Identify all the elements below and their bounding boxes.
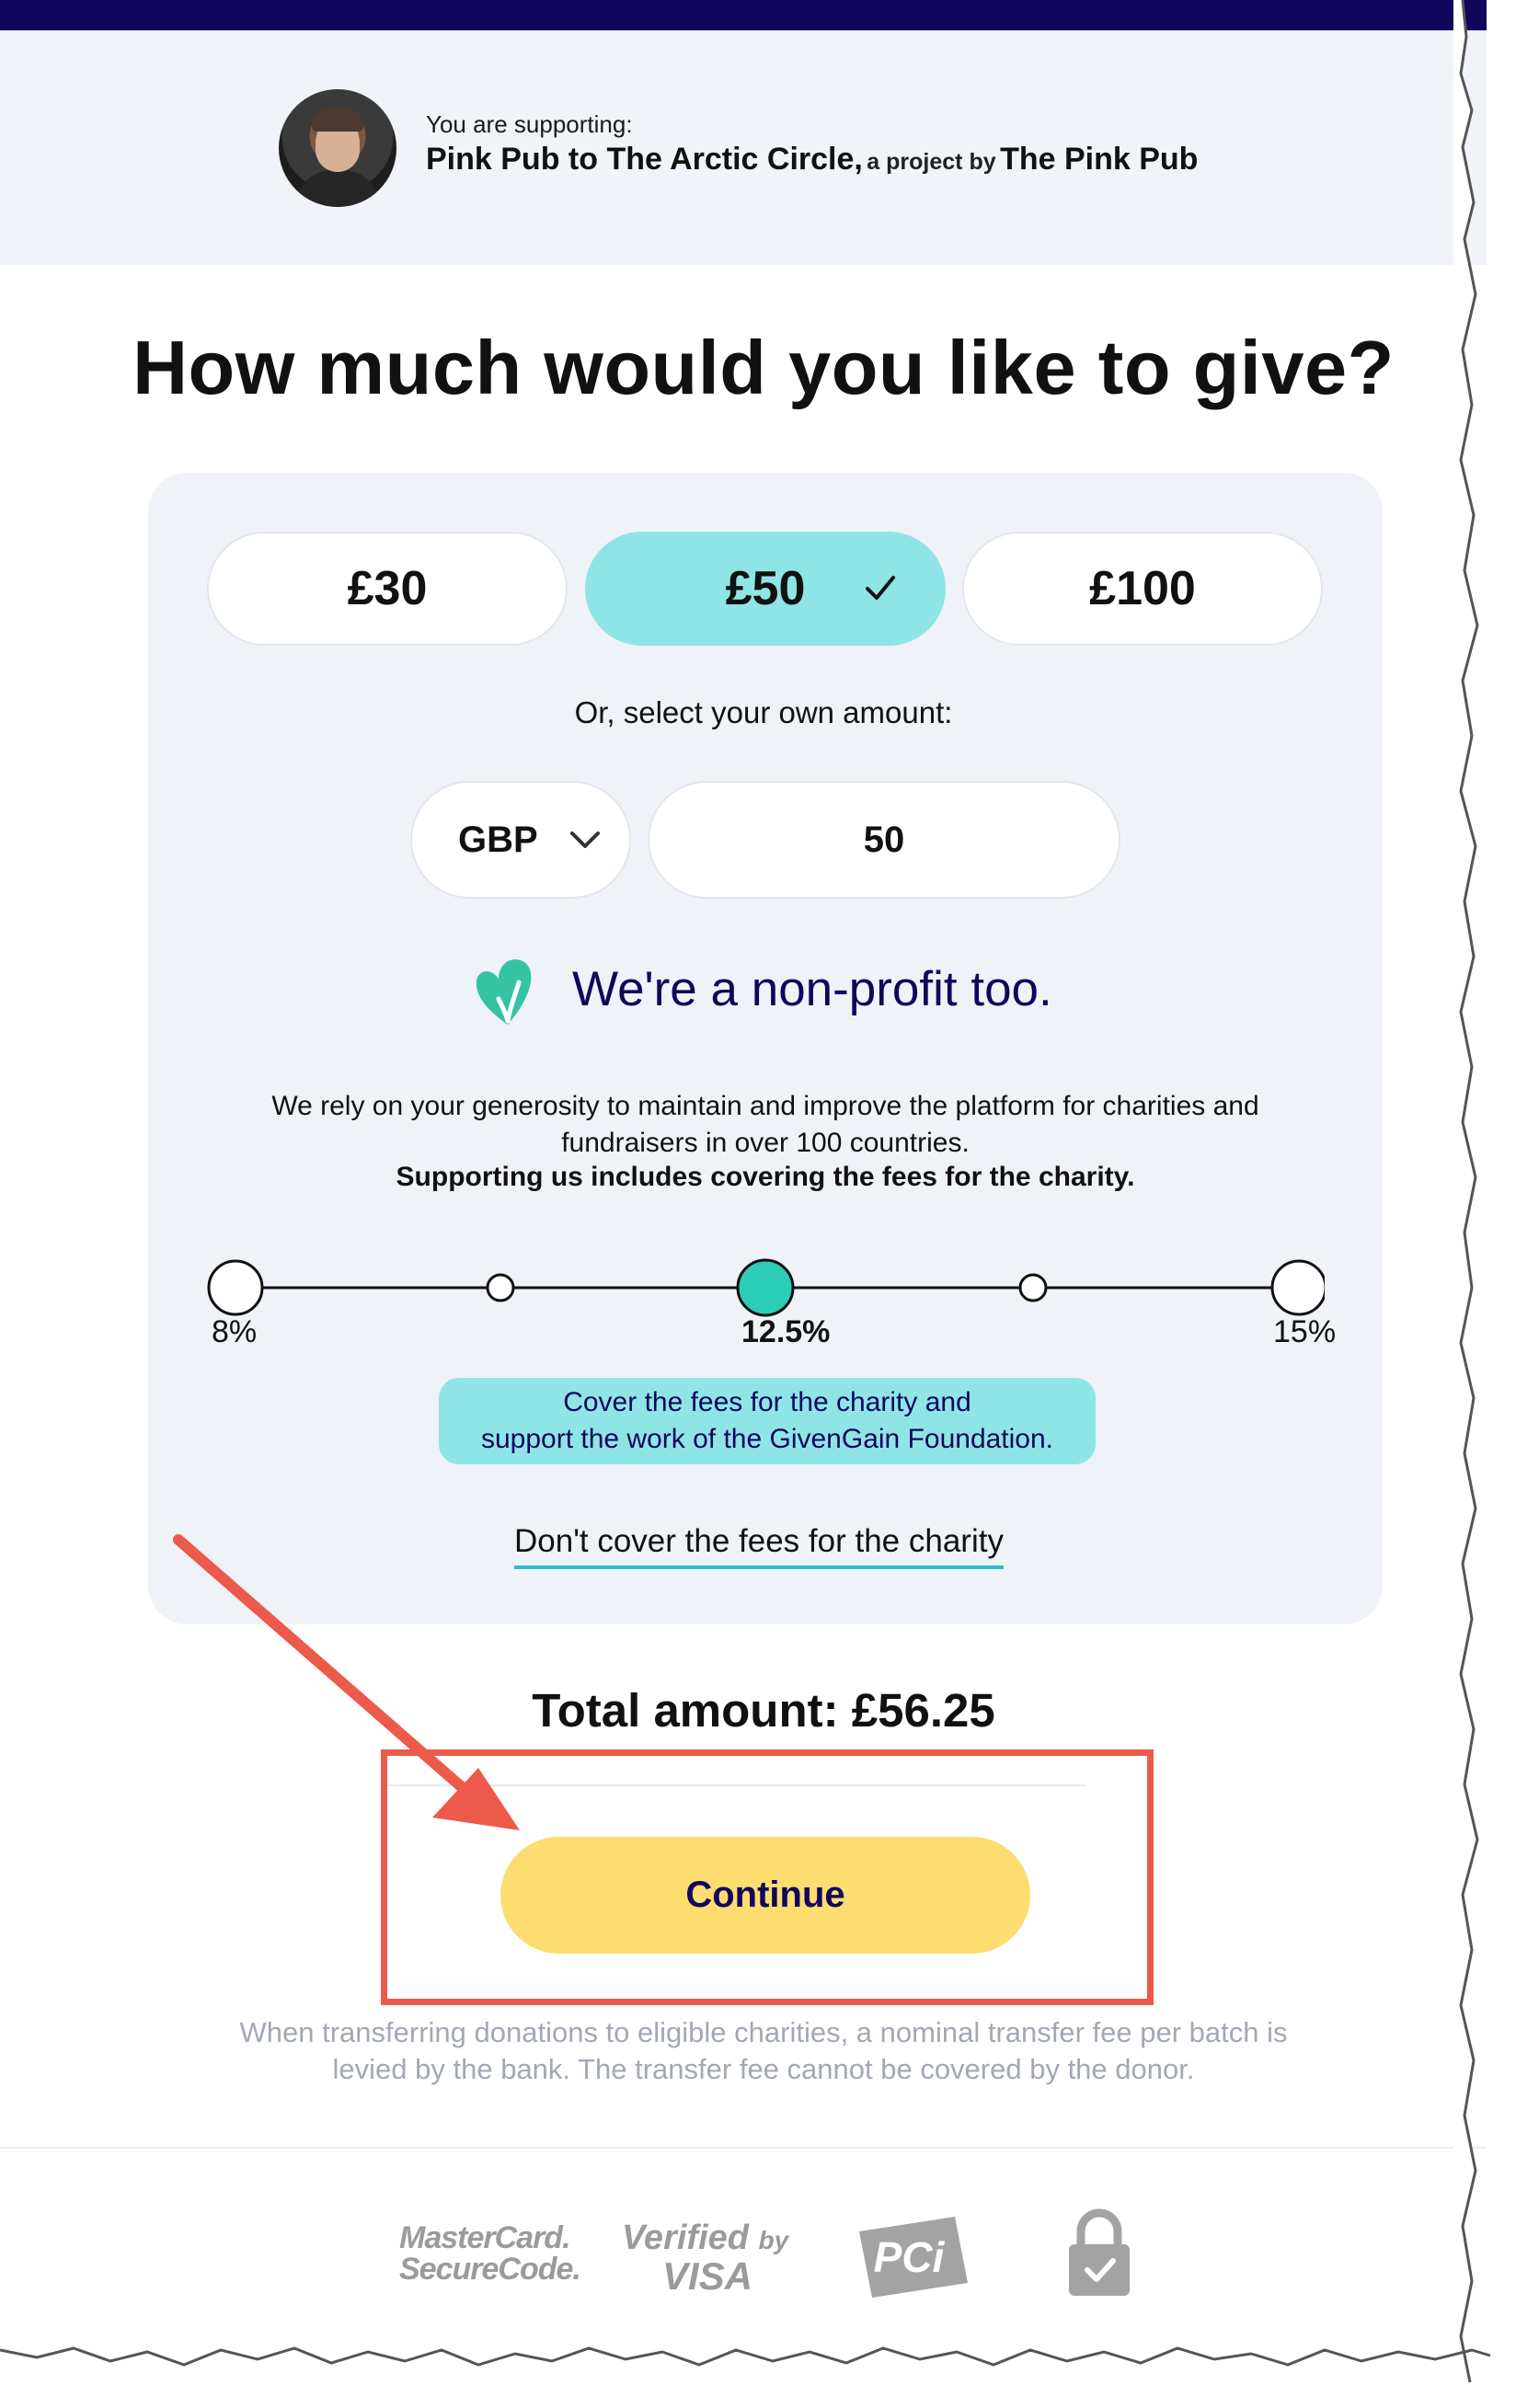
heart-icon	[476, 959, 532, 1025]
nonprofit-bold-note: Supporting us includes covering the fees…	[396, 1162, 1135, 1192]
visa-logo-by: by	[758, 2226, 789, 2254]
fee-step-3[interactable]	[1018, 1273, 1048, 1302]
verified-by-visa-logo: Verified by VISA	[622, 2219, 788, 2299]
currency-value: GBP	[458, 820, 538, 860]
torn-paper-bottom-edge	[0, 2346, 1491, 2367]
fee-step-2-selected[interactable]	[736, 1258, 795, 1317]
currency-select[interactable]: GBP	[410, 781, 631, 899]
amount-option-label: £100	[1089, 562, 1196, 615]
nonprofit-description: We rely on your generosity to maintain a…	[148, 1088, 1383, 1162]
annotation-arrow-icon	[173, 1534, 520, 1830]
amount-option-30[interactable]: £30	[207, 532, 568, 646]
mastercard-securecode-logo: MasterCard. SecureCode.	[399, 2220, 581, 2287]
page-title: How much would you like to give?	[132, 325, 1395, 410]
pci-logo: PCi	[859, 2217, 968, 2298]
fee-selected-label: 12.5%	[741, 1314, 831, 1349]
footer-divider	[0, 2147, 1487, 2149]
check-icon	[866, 576, 895, 600]
fee-tooltip: Cover the fees for the charity and suppo…	[439, 1378, 1096, 1464]
dont-cover-fees-link[interactable]: Don't cover the fees for the charity	[514, 1523, 1004, 1569]
fee-min-label: 8%	[212, 1314, 258, 1349]
fee-max-label: 15%	[1273, 1314, 1337, 1349]
fee-tooltip-line1: Cover the fees for the charity and	[563, 1387, 971, 1417]
lock-icon	[1069, 2208, 1130, 2296]
amount-option-label: £50	[725, 562, 806, 615]
donation-page: You are supporting: Pink Pub to The Arct…	[0, 0, 1487, 2382]
torn-paper-edge	[1453, 0, 1479, 2383]
transfer-fee-disclaimer: When transferring donations to eligible …	[239, 2016, 1288, 2085]
own-amount-label: Or, select your own amount:	[574, 695, 953, 729]
amount-option-50[interactable]: £50	[585, 532, 946, 646]
visa-logo-line2: VISA	[662, 2254, 753, 2298]
project-name: Pink Pub to The Arctic Circle,	[426, 142, 863, 177]
svg-text:PCi: PCi	[874, 2233, 946, 2281]
fee-step-0[interactable]	[207, 1259, 264, 1316]
amount-input[interactable]: 50	[648, 781, 1120, 899]
chevron-down-icon	[570, 831, 600, 848]
amount-option-100[interactable]: £100	[962, 532, 1323, 646]
project-by-label: a project by	[867, 149, 996, 175]
mastercard-logo-line2: SecureCode.	[399, 2252, 581, 2287]
visa-logo-line1: Verified	[622, 2219, 749, 2257]
nonprofit-description-text: We rely on your generosity to maintain a…	[271, 1091, 1259, 1158]
project-owner: The Pink Pub	[1000, 142, 1199, 177]
nonprofit-title: We're a non-profit too.	[572, 962, 1052, 1016]
project-line: Pink Pub to The Arctic Circle, a project…	[426, 142, 1198, 178]
mastercard-logo-line1: MasterCard.	[399, 2220, 571, 2255]
amount-option-label: £30	[347, 562, 428, 615]
supporting-label: You are supporting:	[426, 110, 633, 138]
avatar	[279, 89, 396, 207]
fee-step-1[interactable]	[486, 1273, 515, 1302]
fee-tooltip-line2: support the work of the GivenGain Founda…	[480, 1424, 1054, 1454]
fee-step-4[interactable]	[1270, 1259, 1325, 1316]
top-bar	[0, 0, 1487, 30]
